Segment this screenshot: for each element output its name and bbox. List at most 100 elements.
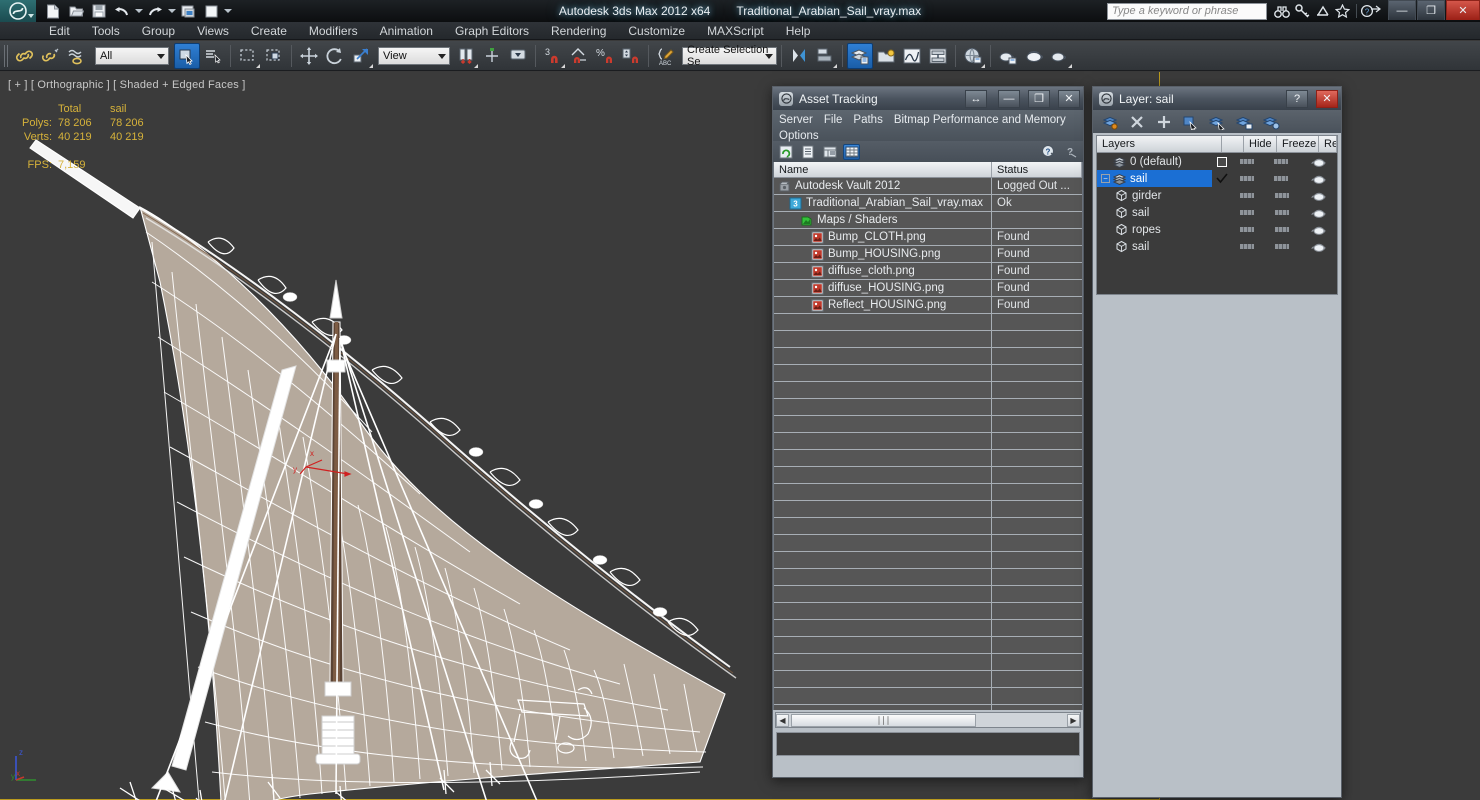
highlight-selected-objects-layer-icon[interactable] [1236,113,1253,130]
layer-render-cell[interactable] [1300,173,1337,185]
table-row-empty[interactable] [774,518,1082,535]
column-header-freeze[interactable]: Freeze [1277,136,1319,152]
layer-freeze-cell[interactable] [1262,176,1300,181]
table-row[interactable]: Reflect_HOUSING.png Found [774,297,1082,314]
context-help-icon[interactable]: ? [1062,144,1079,160]
table-row-empty[interactable] [774,603,1082,620]
table-row-empty[interactable] [774,467,1082,484]
layer-render-cell[interactable] [1301,224,1337,236]
layer-window[interactable]: Layer: sail ? ✕ Layers Hide Freeze Re 0 … [1092,86,1342,798]
asset-name-cell-empty[interactable] [774,637,992,653]
layer-name-cell[interactable]: sail [1097,204,1212,221]
asset-name-cell[interactable]: diffuse_cloth.png [774,263,992,279]
hide-toggle-icon[interactable] [1240,244,1255,249]
application-menu-button[interactable] [0,0,36,22]
layer-hide-cell[interactable] [1232,193,1262,198]
spinner-snap-toggle-icon[interactable] [618,43,644,69]
asset-name-cell-empty[interactable] [774,705,992,710]
asset-name-cell-empty[interactable] [774,382,992,398]
table-row-empty[interactable] [774,637,1082,654]
close-button[interactable]: ✕ [1446,0,1480,20]
layer-manager-icon[interactable] [847,42,873,69]
layer-hide-cell[interactable] [1232,159,1262,164]
align-icon[interactable] [812,43,838,69]
select-highlighted-layers-icon[interactable] [1209,113,1226,130]
asset-name-cell[interactable]: Autodesk Vault 2012 [774,178,992,194]
table-row-empty[interactable] [774,331,1082,348]
reference-coordinate-system-combo[interactable]: View [378,46,450,65]
table-row-empty[interactable] [774,348,1082,365]
asset-name-cell-empty[interactable] [774,671,992,687]
asset-name-cell-empty[interactable] [774,552,992,568]
table-row-empty[interactable] [774,654,1082,671]
minimize-button[interactable]: — [998,89,1020,108]
select-and-move-icon[interactable] [296,43,322,69]
table-row-empty[interactable] [774,535,1082,552]
asset-name-cell-empty[interactable] [774,331,992,347]
layer-freeze-cell[interactable] [1262,210,1300,215]
favorites-star-icon[interactable] [1332,1,1352,21]
close-button[interactable]: ✕ [1058,89,1080,108]
selection-filter-combo[interactable]: All [95,46,169,65]
new-file-icon[interactable] [42,1,64,21]
list-item[interactable]: sail [1097,238,1337,255]
table-row-empty[interactable] [774,671,1082,688]
asset-tracking-title-bar[interactable]: Asset Tracking ↔ — ❐ ✕ [773,87,1083,110]
table-row-empty[interactable] [774,314,1082,331]
column-header-name[interactable]: Name [774,162,992,177]
layer-name-cell[interactable]: girder [1097,187,1212,204]
asset-tracking-grid[interactable]: Name Status Autodesk Vault 2012 Logged Ou… [773,162,1083,710]
menu-item-customize[interactable]: Customize [617,22,696,40]
asset-name-cell[interactable]: Bump_CLOTH.png [774,229,992,245]
menu-item-group[interactable]: Group [131,22,186,40]
render-production-icon[interactable] [1047,43,1073,69]
asset-name-cell-empty[interactable] [774,620,992,636]
asset-name-cell-empty[interactable] [774,518,992,534]
list-item[interactable]: girder [1097,187,1337,204]
layer-hide-cell[interactable] [1232,227,1262,232]
asset-menu-bitmap-performance-and-memory[interactable]: Bitmap Performance and Memory [894,113,1072,128]
help-button[interactable]: ? [1286,89,1308,108]
table-row-empty[interactable] [774,569,1082,586]
schematic-view-icon[interactable] [925,43,951,69]
menu-item-tools[interactable]: Tools [81,22,131,40]
curve-editor-icon[interactable] [899,43,925,69]
menu-item-modifiers[interactable]: Modifiers [298,22,369,40]
maximize-button[interactable]: ❐ [1028,89,1050,108]
layer-active-cell[interactable] [1212,173,1232,184]
layer-name-cell[interactable]: − sail [1097,170,1212,187]
column-header-layers[interactable]: Layers [1097,136,1222,152]
binoculars-icon[interactable] [1272,1,1292,21]
restore-button[interactable]: ❐ [1417,0,1445,20]
column-header-status[interactable]: Status [992,162,1082,177]
asset-tracking-horizontal-scrollbar[interactable]: ◀ ∣∣∣ ▶ [775,712,1081,728]
hide-toggle-icon[interactable] [1239,176,1254,181]
render-setup-icon[interactable] [995,43,1021,69]
asset-menu-paths[interactable]: Paths [853,113,888,128]
layer-render-cell[interactable] [1301,190,1337,202]
table-row[interactable]: 3 Traditional_Arabian_Sail_vray.max Ok [774,195,1082,212]
redo-dropdown-icon[interactable] [168,9,176,13]
asset-menu-server[interactable]: Server [779,113,819,128]
layer-hide-cell[interactable] [1232,210,1262,215]
asset-name-cell-empty[interactable] [774,569,992,585]
rendered-frame-window-icon[interactable] [1021,43,1047,69]
toolbar-grip[interactable] [4,44,10,67]
menu-item-graph-editors[interactable]: Graph Editors [444,22,540,40]
table-row-empty[interactable] [774,688,1082,705]
asset-name-cell-empty[interactable] [774,688,992,704]
asset-name-cell[interactable]: Reflect_HOUSING.png [774,297,992,313]
hide-toggle-icon[interactable] [1240,210,1255,215]
layer-name-cell[interactable]: ropes [1097,221,1212,238]
minimize-button[interactable]: — [1388,0,1416,20]
menu-item-create[interactable]: Create [240,22,298,40]
select-and-manipulate-icon[interactable] [479,43,505,69]
asset-name-cell-empty[interactable] [774,416,992,432]
percent-snap-toggle-icon[interactable]: % [592,43,618,69]
table-row-empty[interactable] [774,552,1082,569]
scope-icon[interactable] [1312,1,1332,21]
asset-name-cell-empty[interactable] [774,314,992,330]
select-objects-in-layer-icon[interactable] [1182,113,1199,130]
layer-freeze-cell[interactable] [1262,244,1300,249]
freeze-toggle-icon[interactable] [1274,159,1289,164]
